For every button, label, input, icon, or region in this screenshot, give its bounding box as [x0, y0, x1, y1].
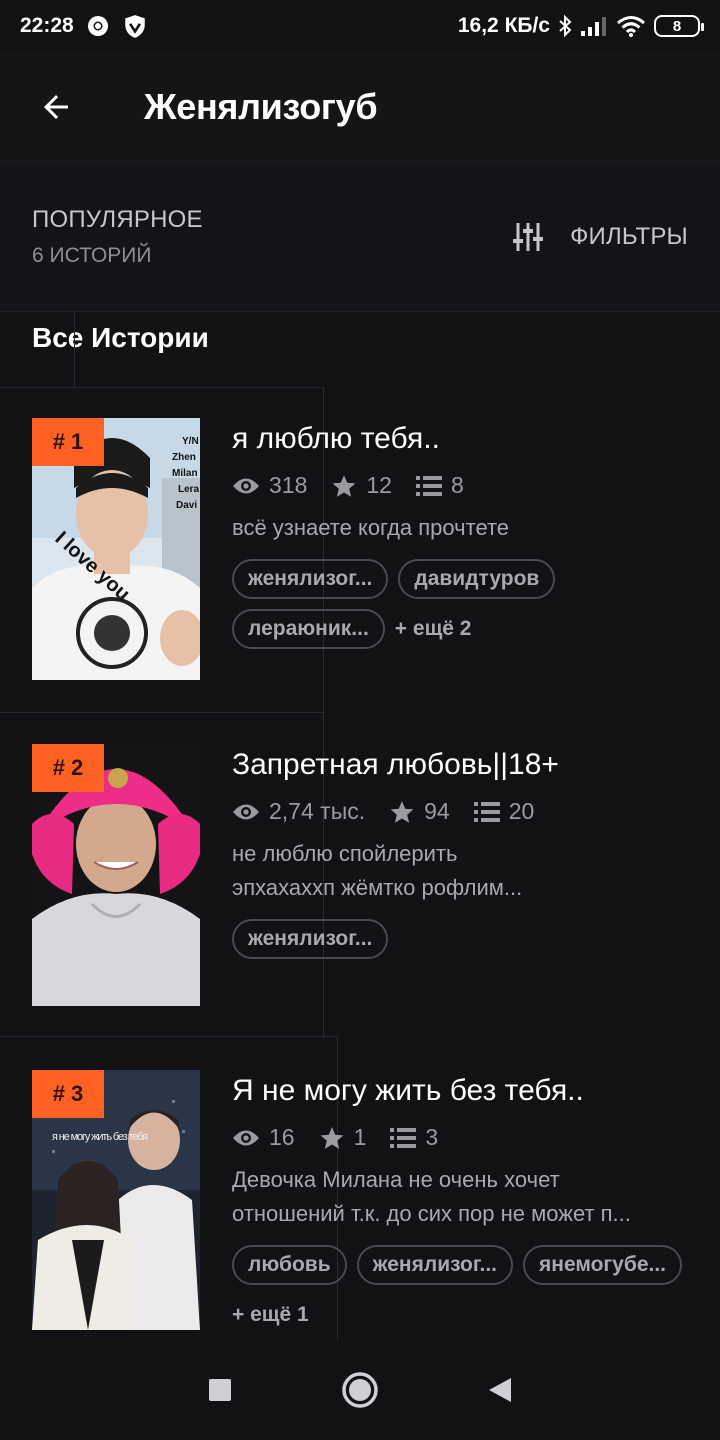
tag-chip[interactable]: любовь: [232, 1245, 347, 1285]
system-nav-bar: [0, 1340, 720, 1440]
story-stats: 318 12 8: [232, 472, 692, 499]
story-item[interactable]: # 2 Запретная любовь||18+ 2,74 тыс. 94 2…: [0, 744, 720, 1044]
story-title[interactable]: Запретная любовь||18+: [232, 748, 692, 782]
star-icon: [390, 800, 414, 823]
stories-count: 6 ИСТОРИЙ: [32, 243, 152, 267]
views-stat: 16: [232, 1124, 295, 1151]
triangle-back-icon: [489, 1378, 511, 1402]
tag-chip[interactable]: женялизог...: [232, 919, 389, 959]
list-icon: [415, 475, 442, 496]
filters-label: ФИЛЬТРЫ: [570, 222, 688, 250]
story-stats: 2,74 тыс. 94 20: [232, 798, 692, 825]
divider: [0, 387, 324, 388]
story-item[interactable]: я не могу жить без тебя # 3 Я не могу жи…: [0, 1070, 720, 1370]
battery-icon: 8: [654, 15, 704, 37]
divider: [74, 312, 75, 388]
parts-stat: 3: [390, 1124, 438, 1151]
square-icon: [209, 1379, 231, 1401]
sort-title: ПОПУЛЯРНОЕ: [32, 205, 203, 233]
sliders-icon: [513, 222, 544, 251]
parts-stat: 20: [473, 798, 535, 825]
views-stat: 318: [232, 472, 307, 499]
rank-badge: # 1: [32, 418, 104, 466]
tag-chip[interactable]: женялизог...: [356, 1245, 513, 1285]
views-count: 16: [269, 1124, 295, 1150]
rank-badge: # 3: [32, 1070, 104, 1118]
tag-chip[interactable]: женялизог...: [232, 559, 389, 599]
status-time: 22:28: [20, 14, 74, 37]
votes-stat: 1: [319, 1124, 367, 1151]
views-stat: 2,74 тыс.: [232, 798, 365, 825]
back-button[interactable]: [0, 52, 90, 162]
recents-button[interactable]: [180, 1350, 260, 1430]
tag-chip[interactable]: давидтуров: [398, 559, 556, 599]
tag-chip[interactable]: янемогубе...: [523, 1245, 683, 1285]
tag-chip[interactable]: лераюник...: [232, 609, 385, 649]
views-count: 2,74 тыс.: [269, 798, 366, 824]
views-count: 318: [269, 472, 308, 498]
all-stories-heading: Все Истории: [32, 322, 209, 353]
cover-text: Zhen: [172, 452, 196, 463]
votes-stat: 12: [331, 472, 392, 499]
home-button[interactable]: [320, 1350, 400, 1430]
bluetooth-icon: [559, 14, 572, 38]
story-title[interactable]: Я не могу жить без тебя..: [232, 1074, 692, 1108]
wifi-icon: [617, 16, 645, 37]
cover-text: Davi: [176, 500, 197, 511]
votes-stat: 94: [389, 798, 450, 825]
eye-icon: [233, 478, 259, 493]
tag-list: любовь женялизог... янемогубе... + ещё 1: [232, 1245, 692, 1335]
story-description: всё узнаете когда прочтете: [232, 515, 510, 540]
votes-count: 94: [424, 798, 450, 824]
votes-count: 12: [366, 472, 392, 498]
cover-text: Lera: [178, 484, 200, 495]
parts-stat: 8: [415, 472, 464, 499]
network-speed: 16,2 КБ/с: [457, 14, 550, 37]
story-item[interactable]: Y/N Zhen Milan Lera Davi I love you # 1 …: [0, 418, 720, 718]
list-icon: [390, 1127, 417, 1148]
sort-header: ПОПУЛЯРНОЕ 6 ИСТОРИЙ ФИЛЬТРЫ: [0, 162, 720, 312]
rank-badge: # 2: [32, 744, 104, 792]
tag-list: женялизог...: [232, 919, 692, 959]
story-title[interactable]: я люблю тебя..: [232, 422, 692, 456]
back-nav-button[interactable]: [460, 1350, 540, 1430]
status-bar: 22:28 16,2 КБ/с 8: [0, 0, 720, 52]
app-bar: Женялизогуб: [0, 52, 720, 162]
cover-text: Y/N: [182, 436, 199, 447]
parts-count: 3: [425, 1124, 439, 1150]
parts-count: 8: [450, 472, 464, 498]
star-icon: [333, 474, 356, 497]
story-description: не люблю спойлерить эпхахаххп жёмтко роф…: [232, 841, 523, 900]
votes-count: 1: [353, 1124, 367, 1150]
vpn-shield-icon: [124, 15, 145, 38]
more-tags[interactable]: + ещё 2: [395, 609, 472, 649]
more-tags[interactable]: + ещё 1: [232, 1295, 309, 1335]
signal-icon: [581, 17, 606, 36]
tag-list: женялизог... давидтуров лераюник... + ещ…: [232, 559, 692, 649]
battery-level: 8: [672, 17, 682, 35]
story-description: Девочка Милана не очень хочет отношений …: [232, 1167, 631, 1226]
sort-info[interactable]: ПОПУЛЯРНОЕ 6 ИСТОРИЙ: [32, 206, 203, 268]
eye-icon: [233, 804, 259, 819]
eye-icon: [233, 1130, 259, 1145]
list-icon: [473, 801, 500, 822]
arrow-back-icon: [44, 94, 68, 119]
chrome-icon: [87, 16, 108, 36]
story-stats: 16 1 3: [232, 1124, 692, 1151]
star-icon: [320, 1126, 343, 1149]
parts-count: 20: [508, 798, 535, 824]
cover-caption: я не могу жить без тебя: [52, 1131, 148, 1143]
cover-text: Milan: [172, 468, 198, 479]
filters-button[interactable]: ФИЛЬТРЫ: [512, 221, 688, 253]
home-circle-icon: [342, 1372, 378, 1408]
page-title: Женялизогуб: [144, 85, 378, 127]
